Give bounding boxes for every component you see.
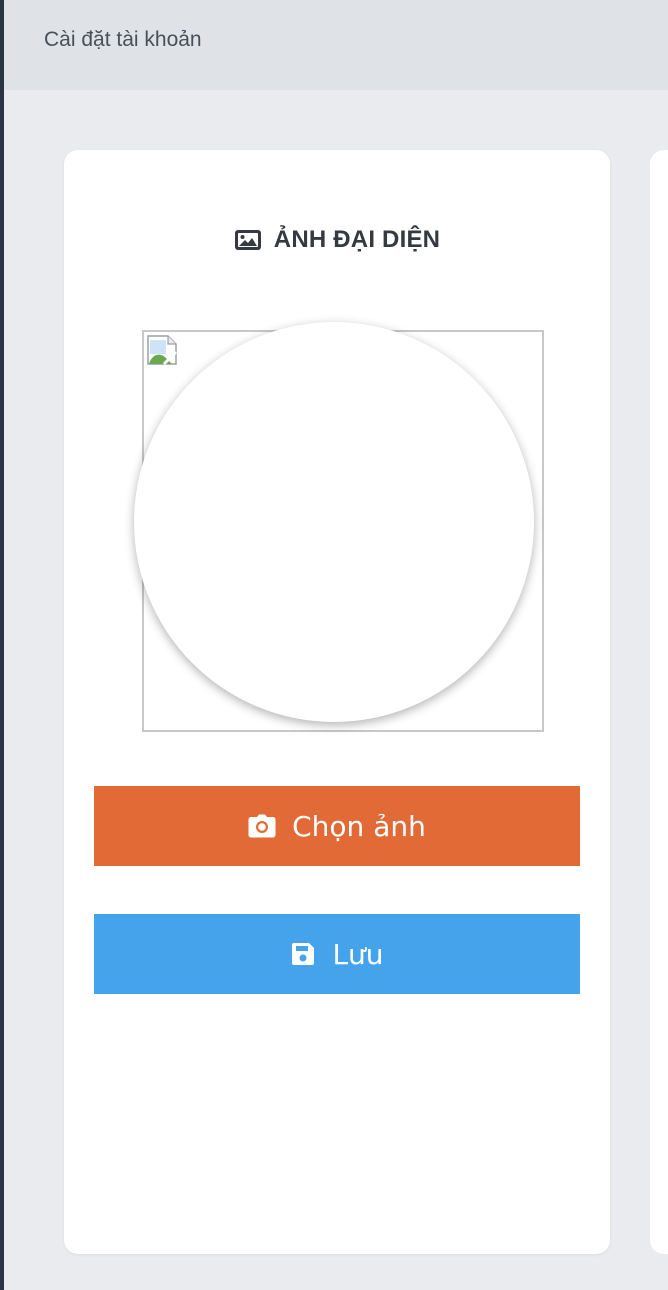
page-header: Cài đặt tài khoản [4,0,668,90]
avatar-card-title: ẢNH ĐẠI DIỆN [64,226,610,254]
avatar[interactable] [134,322,534,722]
save-icon [290,941,316,967]
avatar-card-heading: ẢNH ĐẠI DIỆN [273,226,441,253]
camera-icon [248,814,276,838]
choose-photo-label: Chọn ảnh [292,809,426,843]
sidebar-edge [0,0,4,1290]
choose-photo-button[interactable]: Chọn ảnh [94,786,580,866]
save-label: Lưu [332,937,384,971]
page-title: Cài đặt tài khoản [44,28,202,51]
save-button[interactable]: Lưu [94,914,580,994]
broken-image-icon [146,334,178,366]
image-icon [234,229,262,251]
next-card [650,150,668,1254]
